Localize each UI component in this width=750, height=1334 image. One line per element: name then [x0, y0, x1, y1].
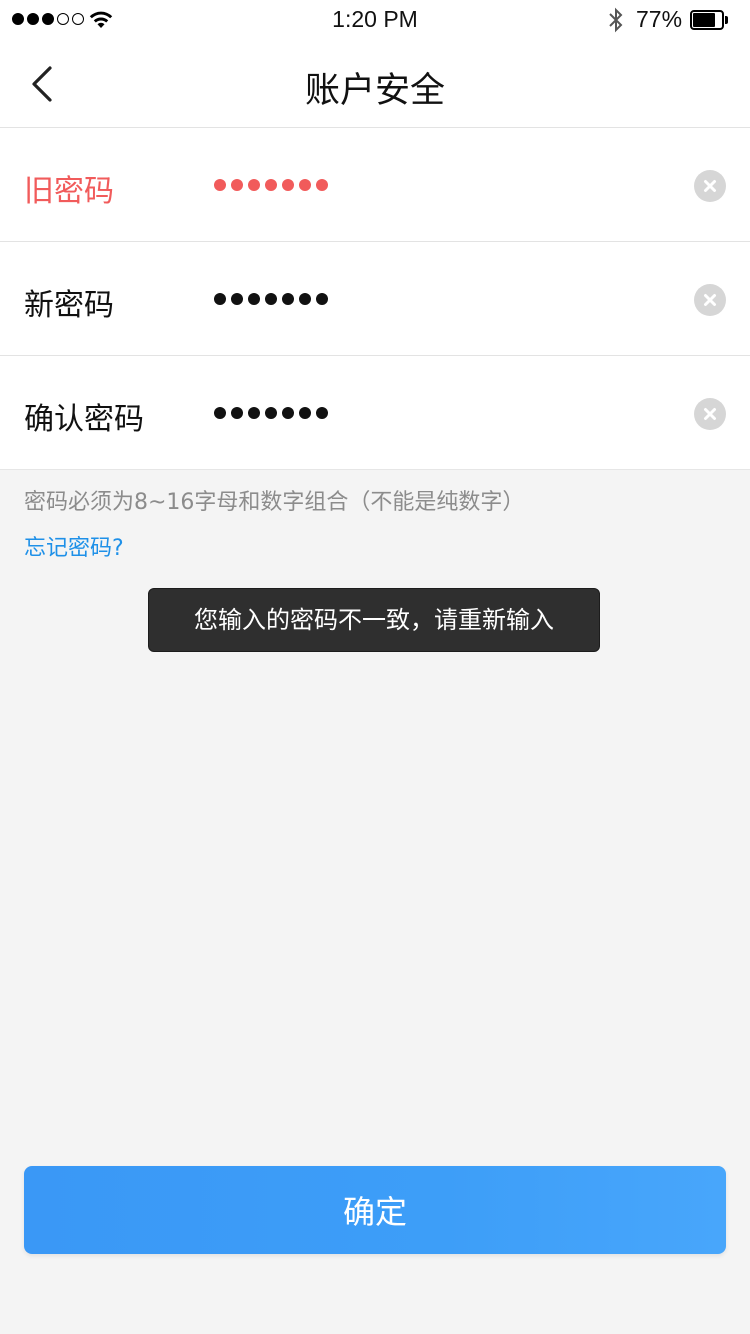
- page-title: 账户安全: [304, 71, 445, 111]
- forgot-password-link[interactable]: 忘记密码?: [24, 530, 124, 562]
- password-dot: [248, 179, 260, 191]
- password-dot: [231, 293, 243, 305]
- password-dot: [265, 293, 277, 305]
- password-rule-hint: 密码必须为8~16字母和数字组合（不能是纯数字）: [24, 490, 525, 515]
- clear-icon: [704, 408, 716, 420]
- password-dot: [316, 407, 328, 419]
- clear-icon: [704, 294, 716, 306]
- old-password-input[interactable]: [214, 168, 328, 202]
- old-password-clear-button[interactable]: [694, 170, 726, 202]
- password-dot: [316, 179, 328, 191]
- password-dot: [231, 179, 243, 191]
- password-form: 旧密码 新密码 确认密码: [0, 128, 750, 470]
- confirm-password-clear-button[interactable]: [694, 398, 726, 430]
- status-bar: 1:20 PM 77%: [0, 0, 750, 40]
- password-dot: [248, 293, 260, 305]
- clear-icon: [704, 180, 716, 192]
- confirm-password-row: 确认密码: [0, 356, 750, 470]
- password-dot: [282, 179, 294, 191]
- old-password-label: 旧密码: [24, 174, 114, 209]
- password-dot: [299, 179, 311, 191]
- nav-bar: 账户安全: [0, 40, 750, 128]
- password-dot: [282, 293, 294, 305]
- error-toast: 您输入的密码不一致，请重新输入: [148, 588, 600, 652]
- new-password-input[interactable]: [214, 282, 328, 316]
- password-dot: [265, 407, 277, 419]
- password-dot: [214, 293, 226, 305]
- password-dot: [231, 407, 243, 419]
- password-dot: [299, 293, 311, 305]
- new-password-clear-button[interactable]: [694, 284, 726, 316]
- password-dot: [299, 407, 311, 419]
- confirm-button[interactable]: 确定: [24, 1166, 726, 1254]
- old-password-row: 旧密码: [0, 128, 750, 242]
- password-dot: [248, 407, 260, 419]
- new-password-label: 新密码: [24, 288, 114, 323]
- password-dot: [282, 407, 294, 419]
- battery-icon: [690, 10, 728, 30]
- password-dot: [214, 179, 226, 191]
- password-dot: [214, 407, 226, 419]
- password-dot: [265, 179, 277, 191]
- confirm-password-label: 确认密码: [24, 402, 144, 437]
- screen: 1:20 PM 77% 账户安全 旧密码 新密码 确认密码 密码必须为8~16字…: [0, 0, 750, 1334]
- password-dot: [316, 293, 328, 305]
- bluetooth-icon: [609, 7, 623, 33]
- new-password-row: 新密码: [0, 242, 750, 356]
- battery-percent: 77%: [636, 6, 683, 32]
- confirm-password-input[interactable]: [214, 396, 328, 430]
